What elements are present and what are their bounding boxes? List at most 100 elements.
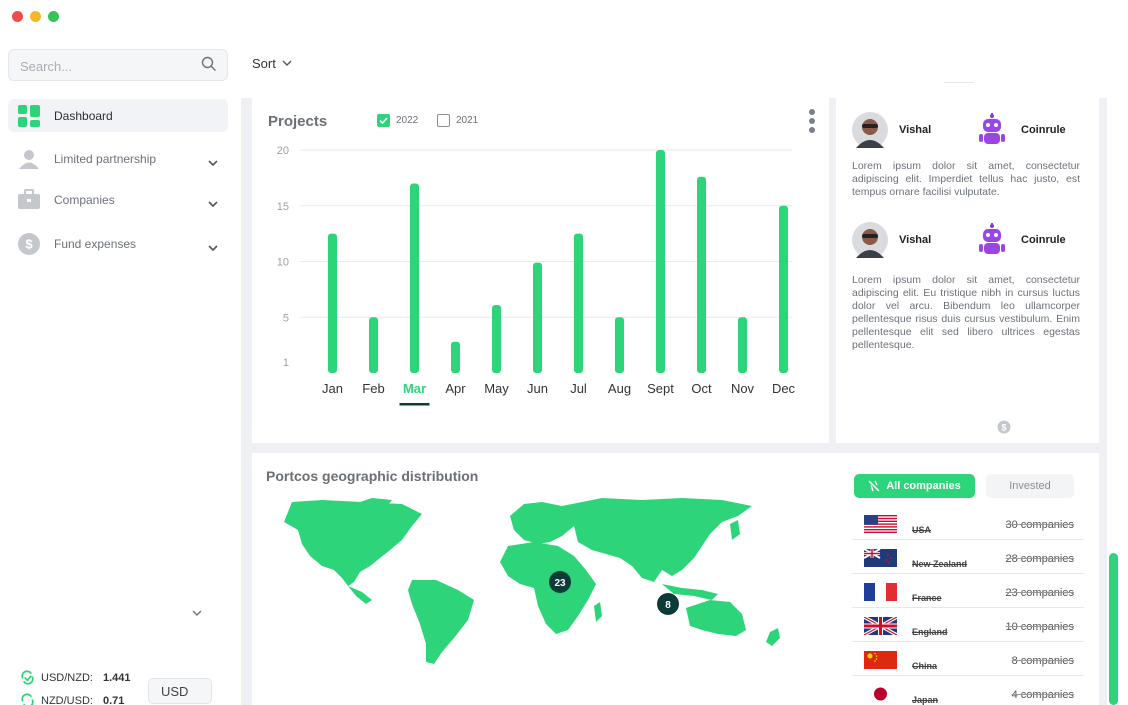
flag-japan-icon — [864, 685, 897, 703]
rate-value: 1.441 — [102, 671, 131, 684]
bar-dec[interactable] — [779, 205, 788, 373]
x-tick-label[interactable]: Jun — [527, 381, 548, 396]
dollar-coin-icon: $ — [18, 233, 40, 255]
company-count: 23 companies — [1005, 587, 1075, 599]
x-tick-label[interactable]: Oct — [691, 381, 712, 396]
list-item[interactable]: China 8 companies — [852, 646, 1084, 676]
rate-usd-nzd: USD/NZD: 1.441 — [20, 670, 130, 685]
divider — [944, 82, 974, 83]
map-marker[interactable]: 8 — [657, 593, 679, 615]
person-name[interactable]: Vishal — [899, 234, 931, 246]
flag-usa-icon — [864, 515, 897, 533]
list-item[interactable]: New Zealand 28 companies — [852, 544, 1084, 574]
bar-aug[interactable] — [615, 317, 624, 373]
search-input[interactable]: Search... — [8, 49, 228, 81]
bar-jan[interactable] — [328, 233, 337, 373]
sidebar-item-dashboard[interactable]: Dashboard — [8, 99, 228, 132]
bar-jul[interactable] — [574, 233, 583, 373]
x-tick-label[interactable]: Sept — [647, 381, 674, 396]
tab-label: All companies — [886, 480, 961, 492]
scrollbar[interactable] — [1109, 553, 1118, 705]
x-tick-label[interactable]: May — [484, 381, 509, 396]
checkbox-checked-icon[interactable] — [377, 114, 390, 127]
exchange-icon — [21, 670, 34, 685]
map-title: Portcos geographic distribution — [266, 468, 479, 484]
close-window-button[interactable] — [12, 11, 23, 22]
bar-nov[interactable] — [738, 317, 747, 373]
company-count: 4 companies — [1011, 689, 1074, 701]
company-name[interactable]: Coinrule — [1021, 124, 1066, 136]
tab-label: Invested — [1009, 480, 1051, 492]
minimize-window-button[interactable] — [30, 11, 41, 22]
zoom-window-button[interactable] — [48, 11, 59, 22]
sidebar-item-fund-expenses[interactable]: $ Fund expenses — [8, 227, 228, 260]
bar-oct[interactable] — [697, 176, 706, 373]
currency-select[interactable]: USD — [148, 678, 212, 704]
exchange-icon — [21, 693, 34, 705]
x-tick-label[interactable]: Jan — [322, 381, 343, 396]
x-tick-label[interactable]: Dec — [772, 381, 796, 396]
list-item[interactable]: England 10 companies — [852, 612, 1084, 642]
x-tick-label[interactable]: Jul — [570, 381, 587, 396]
search-icon[interactable] — [201, 56, 217, 77]
sidebar-item-label: Companies — [54, 192, 115, 207]
country-name: USA — [912, 525, 932, 535]
filter-icon — [868, 480, 880, 492]
list-item[interactable]: USA 30 companies — [852, 510, 1084, 540]
activity-card — [836, 98, 1099, 443]
map-marker[interactable]: 23 — [549, 571, 571, 593]
legend-2022[interactable]: 2022 — [377, 114, 418, 127]
x-tick-label[interactable]: Feb — [362, 381, 384, 396]
bar-feb[interactable] — [369, 317, 378, 373]
bar-may[interactable] — [492, 304, 501, 373]
more-options-icon[interactable] — [809, 109, 817, 136]
list-item[interactable]: Japan 4 companies — [852, 680, 1084, 705]
x-tick-label[interactable]: Mar — [403, 381, 426, 396]
x-tick-label[interactable]: Apr — [445, 381, 466, 396]
chevron-down-icon[interactable] — [282, 54, 292, 72]
tab-invested[interactable]: Invested — [986, 474, 1074, 498]
user-icon — [18, 148, 40, 170]
x-tick-label[interactable]: Nov — [731, 381, 755, 396]
flag-china-icon — [864, 651, 897, 669]
legend-2021[interactable]: 2021 — [437, 114, 478, 127]
bar-apr[interactable] — [451, 341, 460, 373]
robot-logo-icon — [979, 223, 1005, 254]
bar-mar[interactable] — [410, 183, 419, 373]
y-tick-label: 10 — [277, 257, 289, 269]
sidebar-item-limited-partnership[interactable]: Limited partnership — [8, 142, 228, 175]
chevron-down-icon[interactable] — [208, 195, 218, 213]
dashboard-grid-icon — [18, 105, 40, 127]
avatar[interactable] — [852, 112, 888, 148]
search-placeholder: Search... — [20, 59, 73, 74]
rate-value: 0.71 — [102, 694, 125, 705]
sidebar-item-companies[interactable]: Companies — [8, 183, 228, 216]
avatar[interactable] — [852, 222, 888, 258]
feed-text: Lorem ipsum dolor sit amet, consectetur … — [852, 160, 1080, 198]
chevron-down-icon[interactable] — [208, 239, 218, 257]
country-name: England — [912, 627, 948, 637]
list-item[interactable]: France 23 companies — [852, 578, 1084, 608]
chevron-down-icon[interactable] — [192, 604, 202, 622]
svg-text:$: $ — [1001, 423, 1006, 433]
person-name[interactable]: Vishal — [899, 124, 931, 136]
country-name: France — [912, 593, 942, 603]
country-name: New Zealand — [912, 559, 968, 569]
chevron-down-icon[interactable] — [208, 154, 218, 172]
bar-jun[interactable] — [533, 262, 542, 373]
dollar-coin-icon: $ — [997, 420, 1011, 434]
bar-sept[interactable] — [656, 150, 665, 373]
tab-all-companies[interactable]: All companies — [854, 474, 975, 498]
sort-button[interactable]: Sort — [252, 56, 276, 71]
legend-label: 2021 — [456, 115, 479, 126]
svg-text:$: $ — [25, 237, 33, 252]
rate-nzd-usd: NZD/USD: 0.71 — [20, 693, 124, 705]
y-tick-label: 1 — [283, 357, 289, 369]
company-name[interactable]: Coinrule — [1021, 234, 1066, 246]
briefcase-icon — [18, 189, 40, 211]
checkbox-empty-icon[interactable] — [437, 114, 450, 127]
world-map[interactable]: 23 8 — [262, 496, 792, 668]
x-tick-label[interactable]: Aug — [608, 381, 631, 396]
map-marker-label: 23 — [554, 578, 566, 589]
projects-bar-chart: 20 15 10 5 1 Jan Feb Mar Apr May Jun Jul Aug Sept Oct N… — [277, 145, 796, 406]
